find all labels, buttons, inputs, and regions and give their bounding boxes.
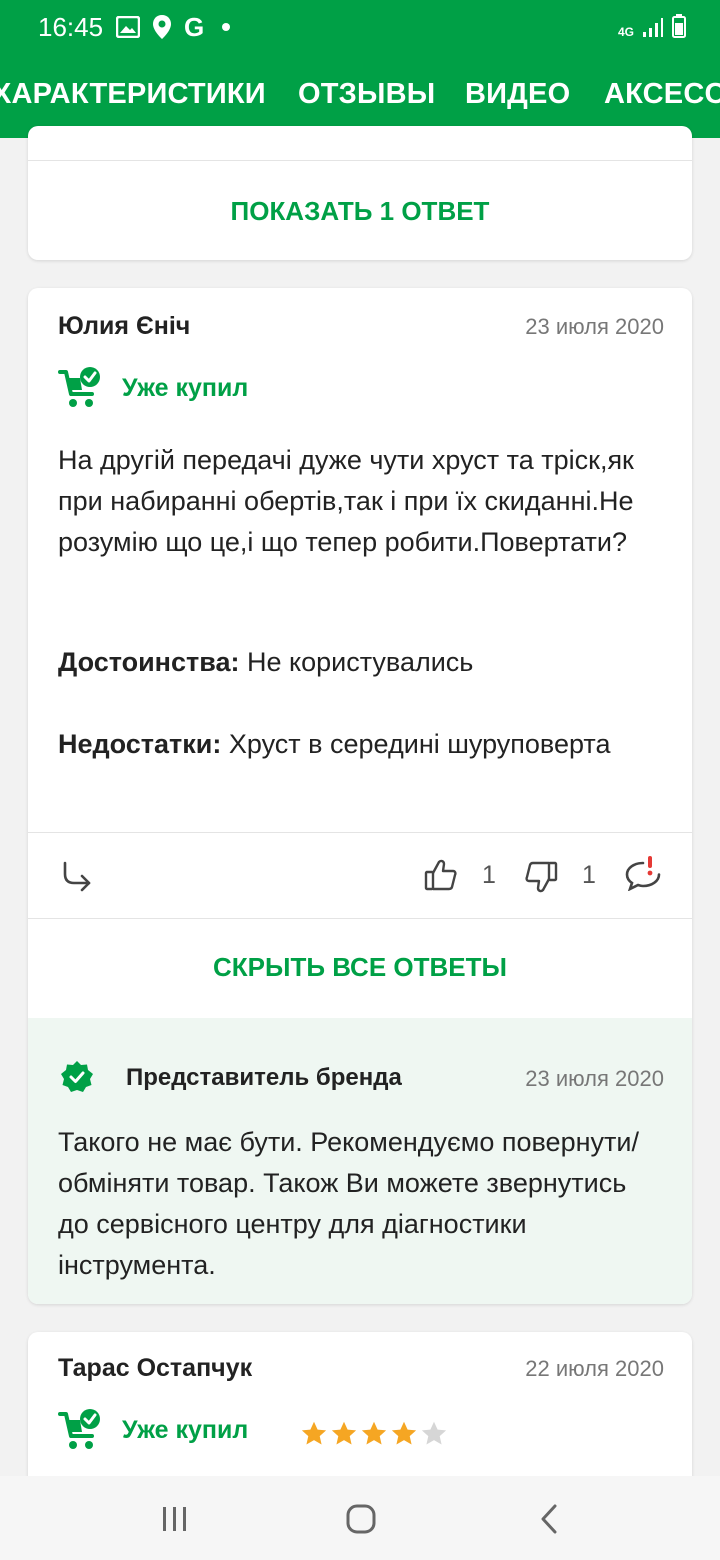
review-actions: 1 1	[28, 833, 692, 919]
network-type: 4G	[617, 25, 634, 39]
review-date: 22 июля 2020	[525, 1356, 664, 1381]
tab-accessories[interactable]: АКСЕССУ	[604, 78, 720, 111]
tab-video[interactable]: ВИДЕО	[465, 78, 570, 111]
thumbs-down-icon[interactable]	[524, 860, 558, 894]
home-icon[interactable]	[346, 1504, 376, 1534]
status-notification-icons: G	[116, 12, 231, 42]
review-author: Юлия Єніч	[58, 312, 191, 340]
dislikes-count: 1	[582, 861, 596, 889]
divider	[28, 160, 692, 161]
star-empty-icon	[421, 1421, 447, 1445]
reply-arrow-icon[interactable]	[62, 861, 92, 893]
google-icon: G	[184, 12, 205, 42]
pros-value: Не користувались	[247, 647, 474, 677]
tab-reviews[interactable]: ОТЗЫВЫ	[298, 78, 435, 111]
battery-icon	[672, 14, 686, 38]
show-replies-button[interactable]: ПОКАЗАТЬ 1 ОТВЕТ	[28, 196, 692, 227]
cons-value: Хруст в середині шуруповерта	[228, 729, 611, 759]
cart-check-icon	[58, 1409, 100, 1449]
review-text: На другій передачі дуже чути хруст та тр…	[58, 445, 634, 557]
gallery-icon	[116, 16, 140, 38]
reply-text: Такого не має бути. Рекомендуємо поверну…	[58, 1127, 639, 1280]
reply-date: 23 июля 2020	[525, 1066, 664, 1091]
back-icon[interactable]	[538, 1504, 560, 1534]
rating-stars	[300, 1420, 448, 1448]
status-bar: 16:45 G 4G	[0, 0, 720, 54]
recent-apps-icon[interactable]	[160, 1506, 190, 1532]
signal-icon	[643, 18, 663, 37]
review-card: Юлия Єніч 23 июля 2020 Уже купил На друг…	[28, 288, 692, 1304]
review-pros: Достоинства: Не користувались	[58, 642, 658, 683]
pros-label: Достоинства:	[58, 647, 240, 677]
tab-characteristics[interactable]: ХАРАКТЕРИСТИКИ	[0, 78, 266, 111]
report-comment-icon[interactable]	[624, 855, 662, 891]
cons-label: Недостатки:	[58, 729, 222, 759]
verified-badge-icon	[61, 1061, 93, 1092]
thumbs-up-icon[interactable]	[424, 858, 458, 892]
bought-badge: Уже купил	[58, 1408, 248, 1452]
system-navigation-bar	[0, 1476, 720, 1560]
status-system-icons: 4G	[618, 14, 686, 38]
review-cons: Недостатки: Хруст в середині шуруповерта	[58, 724, 658, 765]
star-filled-icon	[301, 1421, 327, 1445]
previous-review-card: ПОКАЗАТЬ 1 ОТВЕТ	[28, 126, 692, 260]
brand-reply: Представитель бренда 23 июля 2020 Такого…	[28, 1018, 692, 1304]
star-filled-icon	[391, 1421, 417, 1445]
cart-check-icon	[58, 367, 100, 407]
next-review-card: Тарас Остапчук 22 июля 2020 Уже купил	[28, 1332, 692, 1492]
bought-label: Уже купил	[122, 1415, 249, 1444]
reply-author: Представитель бренда	[126, 1064, 402, 1091]
location-icon	[153, 15, 171, 39]
review-date: 23 июля 2020	[525, 314, 664, 339]
status-time: 16:45	[38, 12, 104, 42]
more-notifications-dot	[222, 23, 231, 31]
bought-label: Уже купил	[122, 373, 249, 402]
bought-badge: Уже купил	[58, 366, 248, 410]
likes-count: 1	[482, 861, 496, 889]
star-filled-icon	[331, 1421, 357, 1445]
star-filled-icon	[361, 1421, 387, 1445]
divider	[28, 918, 692, 919]
hide-replies-button[interactable]: СКРЫТЬ ВСЕ ОТВЕТЫ	[28, 952, 692, 983]
review-author: Тарас Остапчук	[58, 1354, 253, 1382]
